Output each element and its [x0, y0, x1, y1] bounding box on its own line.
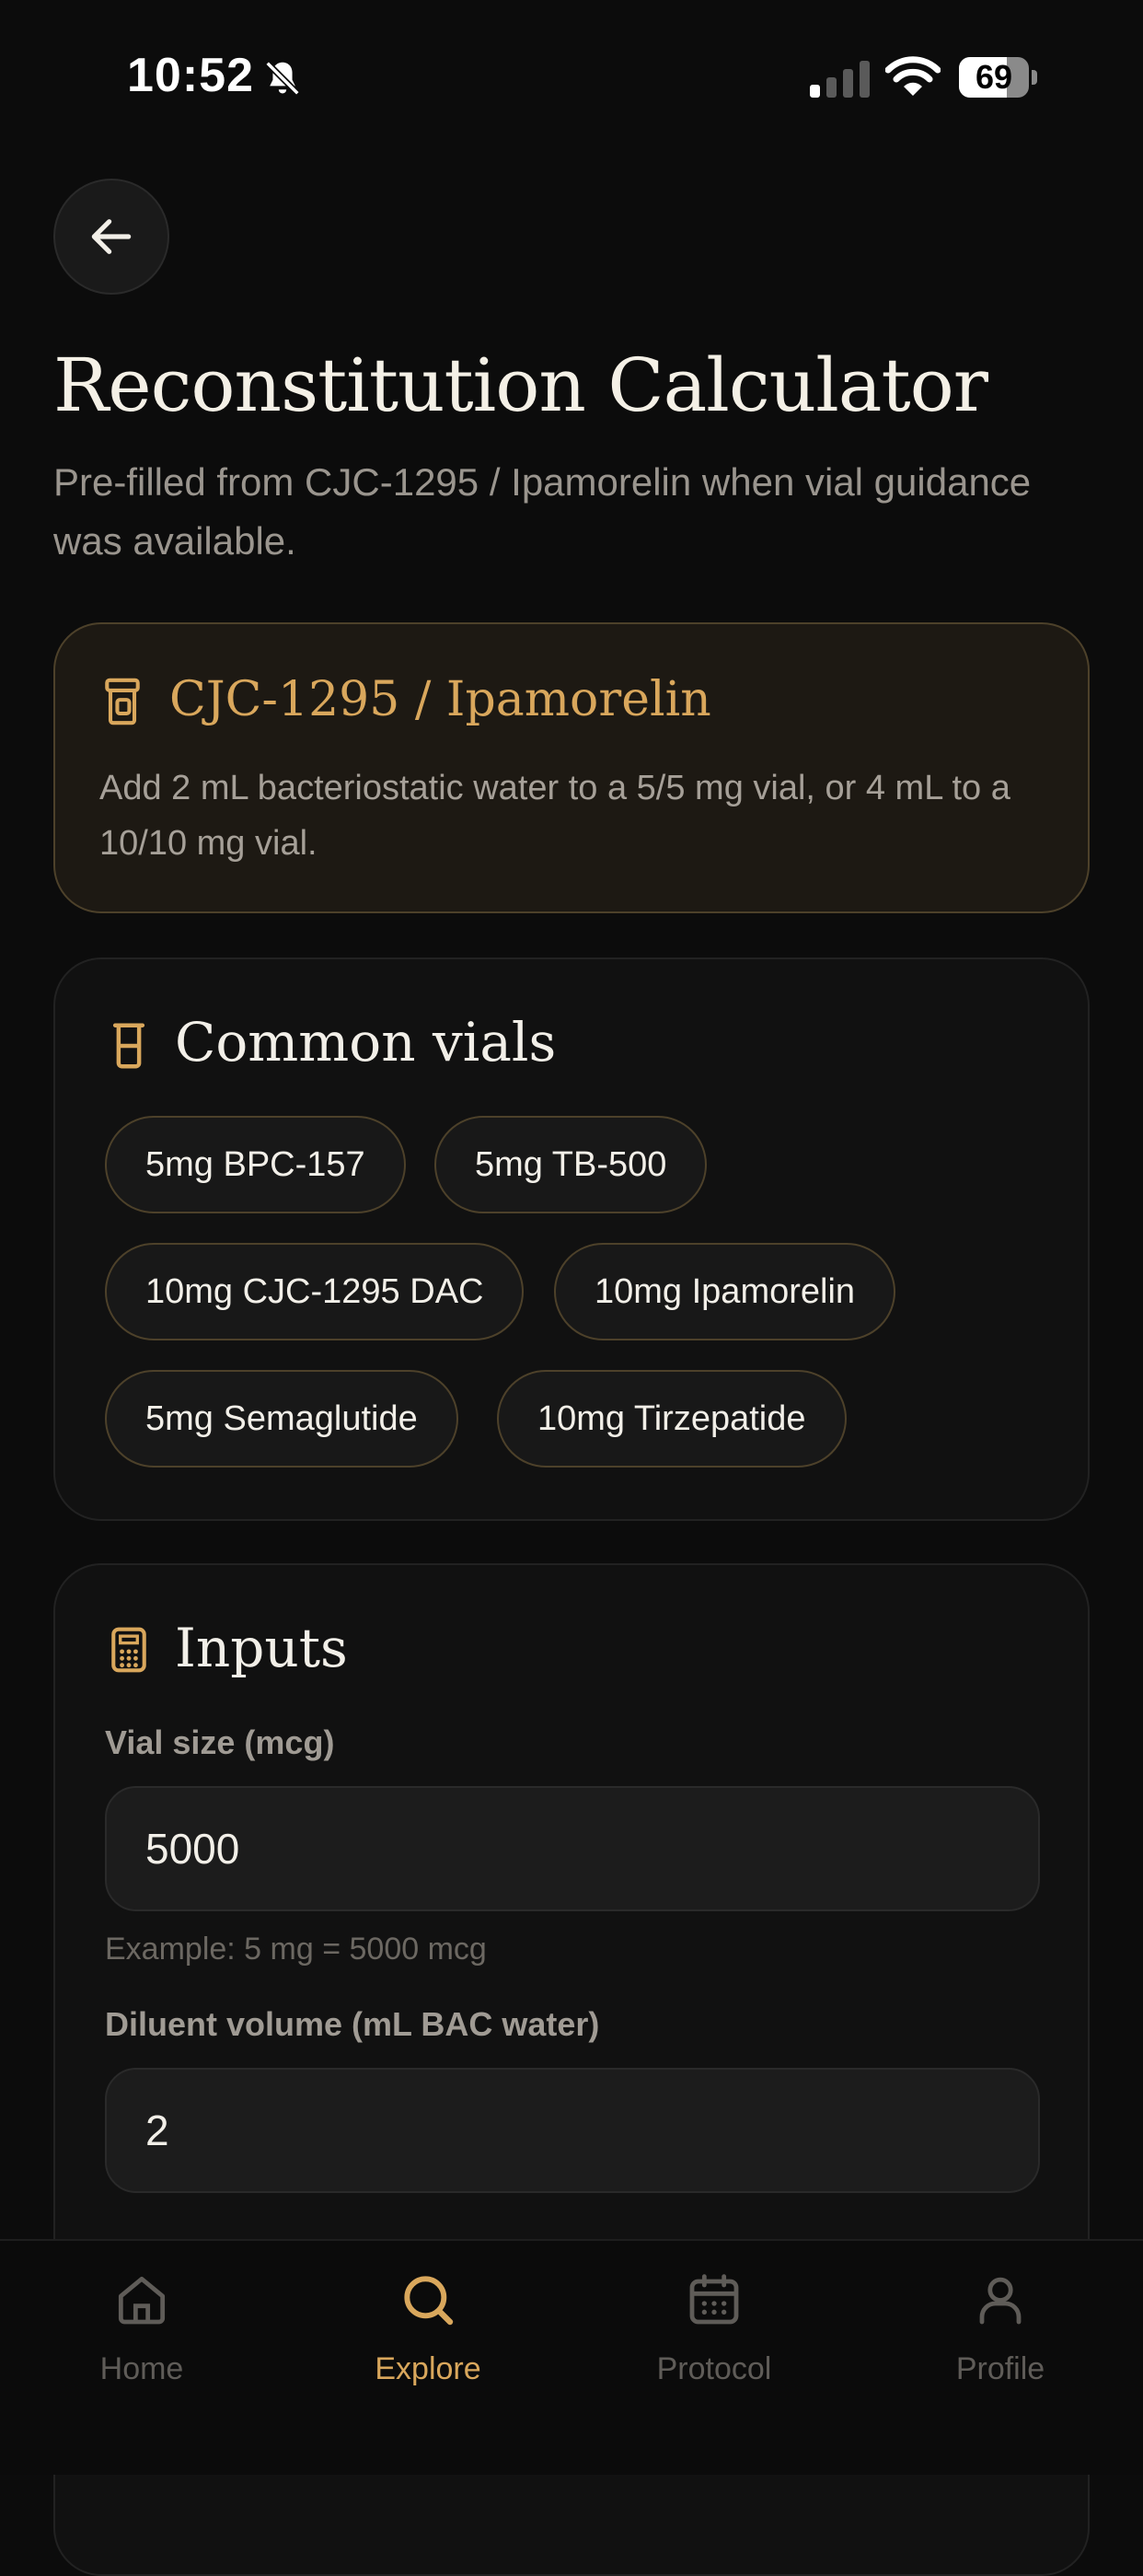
status-time: 10:52 [127, 49, 254, 102]
search-icon [404, 2276, 454, 2326]
wifi-icon [885, 56, 941, 96]
vial-chip-semaglutide[interactable]: 5mg Semaglutide [105, 1370, 458, 1468]
guidance-text: Add 2 mL bacteriostatic water to a 5/5 m… [99, 769, 1010, 863]
bottom-tab-bar: Home Explore Protocol Profile [0, 2239, 1143, 2475]
vial-guidance-card: CJC-1295 / Ipamorelin Add 2 mL bacterios… [53, 622, 1090, 913]
vial-icon [105, 678, 140, 725]
battery-percentage: 69 [975, 58, 1013, 96]
tab-profile[interactable]: Profile [890, 2259, 1111, 2407]
tab-explore[interactable]: Explore [318, 2259, 538, 2407]
cellular-signal-icon [810, 61, 870, 98]
vial-chip-tb-500[interactable]: 5mg TB-500 [434, 1116, 708, 1213]
common-vials-title: Common vials [175, 1011, 557, 1073]
calendar-icon [689, 2274, 739, 2325]
home-icon [118, 2276, 166, 2325]
bell-slash-icon [265, 61, 300, 96]
inputs-title: Inputs [175, 1617, 348, 1679]
vial-chip-cjc-1295-dac[interactable]: 10mg CJC-1295 DAC [105, 1243, 525, 1340]
back-button[interactable] [53, 179, 169, 295]
tab-profile-label: Profile [955, 2351, 1045, 2386]
vial-chip-ipamorelin[interactable]: 10mg Ipamorelin [554, 1243, 896, 1340]
tab-protocol-label: Protocol [656, 2351, 772, 2386]
arrow-left-icon [91, 219, 132, 254]
page-subtitle: Pre-filled from CJC-1295 / Ipamorelin wh… [53, 460, 1032, 563]
diluent-volume-label: Diluent volume (mL BAC water) [105, 2005, 600, 2043]
tab-home[interactable]: Home [31, 2259, 252, 2407]
calculator-icon [111, 1627, 146, 1673]
tab-protocol[interactable]: Protocol [604, 2259, 825, 2407]
guidance-peptide-name: CJC-1295 / Ipamorelin [169, 672, 711, 727]
vial-size-hint: Example: 5 mg = 5000 mcg [105, 1932, 487, 1967]
page-title: Reconstitution Calculator [53, 342, 988, 428]
tab-explore-label: Explore [375, 2351, 481, 2386]
vial-chip-tirzepatide[interactable]: 10mg Tirzepatide [497, 1370, 847, 1468]
battery-indicator: 69 [959, 57, 1038, 98]
common-vials-card: Common vials 5mg BPC-157 5mg TB-500 10mg… [53, 957, 1090, 1521]
beaker-icon [112, 1023, 145, 1069]
user-icon [979, 2277, 1022, 2325]
vial-size-label: Vial size (mcg) [105, 1723, 335, 1761]
tab-home-label: Home [99, 2351, 184, 2386]
diluent-volume-input[interactable]: 2 [105, 2068, 1040, 2193]
status-bar: 10:52 69 [0, 0, 1143, 157]
vial-chip-bpc-157[interactable]: 5mg BPC-157 [105, 1116, 406, 1213]
vial-size-input[interactable]: 5000 [105, 1786, 1040, 1911]
